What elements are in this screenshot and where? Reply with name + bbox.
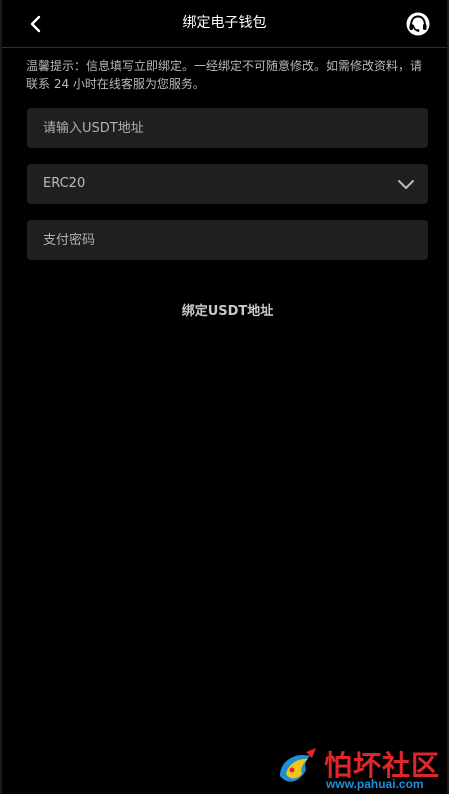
page-title: 绑定电子钱包 xyxy=(182,15,267,31)
customer-service-icon xyxy=(406,12,430,36)
back-button[interactable] xyxy=(22,10,50,38)
fish-logo-icon xyxy=(280,748,316,782)
watermark-url: www.pahuai.com xyxy=(326,777,424,791)
bind-usdt-address-button[interactable]: 绑定USDT地址 xyxy=(27,296,428,328)
chevron-left-icon xyxy=(30,15,41,33)
top-nav-bar: 绑定电子钱包 xyxy=(2,0,447,48)
site-watermark: 怕坏社区 www.pahuai.com xyxy=(272,742,448,792)
usdt-address-field[interactable] xyxy=(27,108,428,148)
payment-password-field[interactable] xyxy=(27,220,428,260)
network-selected-value: ERC20 xyxy=(43,176,86,191)
network-select[interactable]: ERC20 xyxy=(27,164,428,204)
payment-password-input[interactable] xyxy=(43,220,412,260)
chevron-down-icon xyxy=(398,180,414,189)
bind-wallet-page: 绑定电子钱包 温馨提示：信息填写立即绑定。一经绑定不可随意修改。如需修改资料，请… xyxy=(0,0,449,794)
notice-text: 温馨提示：信息填写立即绑定。一经绑定不可随意修改。如需修改资料，请联系 24 小… xyxy=(26,59,423,91)
usdt-address-input[interactable] xyxy=(43,108,412,148)
customer-service-button[interactable] xyxy=(405,11,431,37)
